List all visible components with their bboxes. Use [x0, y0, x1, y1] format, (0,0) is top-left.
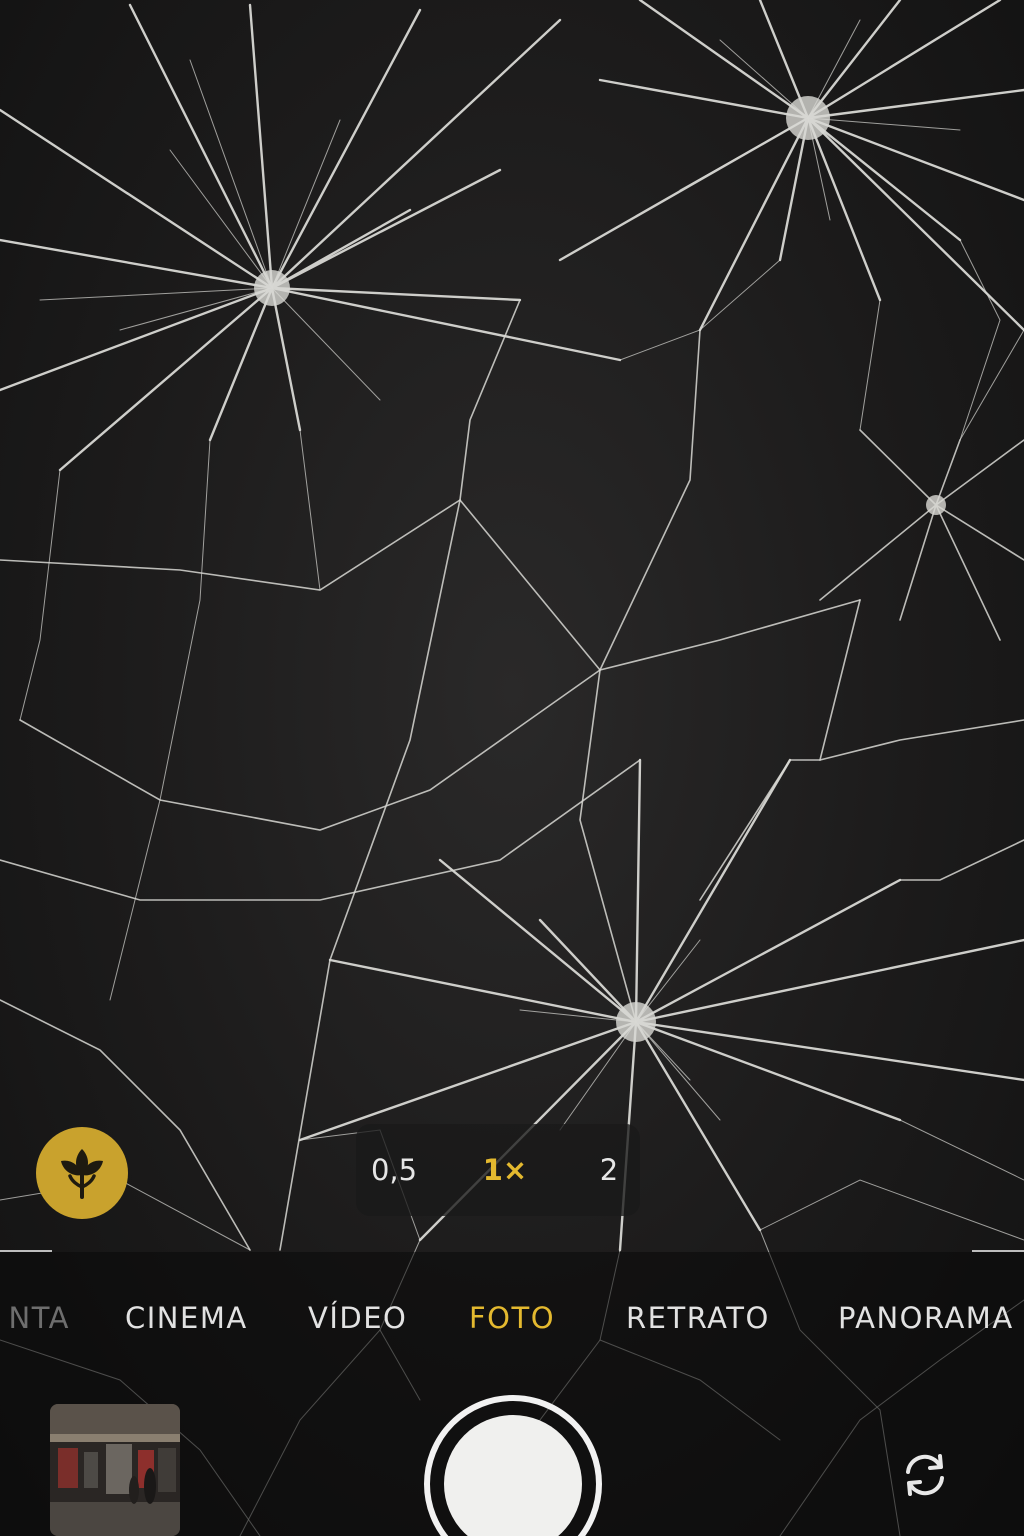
mode-option-video[interactable]: VÍDEO — [308, 1298, 407, 1338]
shutter-inner-circle — [444, 1415, 582, 1536]
crack-impact-top-right — [558, 0, 1024, 332]
divider-right — [972, 1250, 1024, 1252]
mode-option-cinema[interactable]: CINEMA — [125, 1298, 248, 1338]
macro-flower-icon — [61, 1149, 103, 1199]
crack-impact-right — [819, 429, 1024, 641]
zoom-option-2[interactable]: 2 — [578, 1148, 640, 1192]
crack-web — [0, 239, 1024, 1251]
mode-option-retrato[interactable]: RETRATO — [626, 1298, 770, 1338]
gallery-thumbnail-image — [50, 1404, 180, 1536]
zoom-control: 0,5 1× 2 — [356, 1124, 640, 1216]
flip-camera-button[interactable] — [894, 1444, 956, 1506]
crack-impact-top-left — [0, 3, 622, 472]
macro-toggle-button[interactable] — [20, 1127, 144, 1219]
divider-left — [0, 1250, 52, 1252]
mode-option-offscreen[interactable]: NTA — [0, 1298, 70, 1338]
macro-indicator — [36, 1127, 128, 1219]
mode-option-foto-selected[interactable]: FOTO — [469, 1298, 555, 1338]
gallery-thumbnail-button[interactable] — [50, 1404, 180, 1536]
mode-option-panorama[interactable]: PANORAMA — [838, 1298, 1024, 1338]
zoom-option-1x-selected[interactable]: 1× — [474, 1148, 536, 1192]
camera-flip-icon — [906, 1454, 944, 1496]
zoom-option-0-5[interactable]: 0,5 — [360, 1148, 428, 1192]
